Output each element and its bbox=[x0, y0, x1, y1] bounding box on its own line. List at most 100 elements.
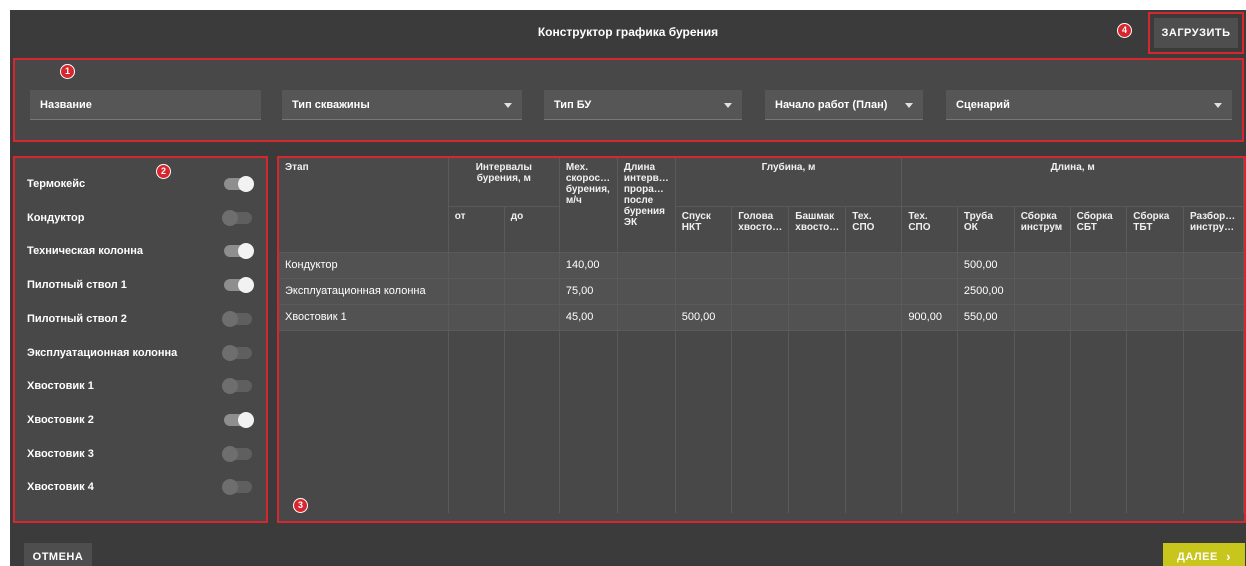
table-cell[interactable]: 140,00 bbox=[559, 252, 618, 279]
table-cell[interactable] bbox=[617, 304, 676, 331]
table-row[interactable]: Кондуктор 140,00 500,00 bbox=[279, 252, 1244, 279]
table-cell[interactable]: Эксплуатационная колонна bbox=[279, 278, 449, 305]
cancel-button[interactable]: ОТМЕНА bbox=[24, 543, 92, 566]
stage-item-label: Пилотный ствол 2 bbox=[27, 312, 127, 325]
toggle-knob bbox=[222, 378, 238, 395]
name-input[interactable]: Название bbox=[30, 90, 261, 120]
table-cell[interactable] bbox=[1183, 252, 1244, 279]
table-cell[interactable] bbox=[1014, 278, 1071, 305]
stage-toggle[interactable] bbox=[224, 411, 254, 428]
stage-toggle[interactable] bbox=[224, 176, 254, 192]
table-cell[interactable]: 900,00 bbox=[901, 304, 958, 331]
table-cell[interactable] bbox=[1070, 278, 1128, 305]
table-cell[interactable] bbox=[617, 278, 676, 305]
col-length: Сборка СБТ bbox=[1070, 206, 1128, 253]
table-cell[interactable] bbox=[1014, 252, 1071, 279]
stage-toggle[interactable] bbox=[224, 243, 254, 260]
empty-cell bbox=[1183, 330, 1244, 513]
stage-toggle[interactable] bbox=[224, 277, 254, 294]
table-cell[interactable] bbox=[675, 252, 733, 279]
table-cell[interactable] bbox=[1183, 304, 1244, 331]
table-row[interactable]: Хвостовик 1 45,00 500,00 900,00 550,00 bbox=[279, 304, 1244, 331]
empty-cell bbox=[617, 330, 676, 513]
table-cell[interactable]: 500,00 bbox=[675, 304, 733, 331]
load-button[interactable]: ЗАГРУЗИТЬ bbox=[1154, 18, 1238, 48]
toggle-knob bbox=[238, 243, 254, 260]
empty-cell bbox=[788, 330, 847, 513]
drilling-schedule-constructor: Конструктор графика бурения 4 ЗАГРУЗИТЬ … bbox=[10, 10, 1246, 566]
stage-toggle[interactable] bbox=[222, 445, 252, 462]
table-cell[interactable] bbox=[448, 278, 505, 305]
stage-toggle[interactable] bbox=[222, 378, 252, 395]
table-cell[interactable] bbox=[731, 252, 790, 279]
table-row[interactable]: Эксплуатационная колонна 75,00 2500,00 bbox=[279, 278, 1244, 305]
chevron-down-icon bbox=[905, 103, 913, 108]
table-cell[interactable] bbox=[845, 304, 903, 331]
stage-item: Хвостовик 4 bbox=[27, 477, 252, 497]
stage-item: Техническая колонна bbox=[27, 241, 254, 261]
table-cell[interactable]: 550,00 bbox=[957, 304, 1015, 331]
table-cell[interactable] bbox=[845, 252, 903, 279]
stage-item: Хвостовик 1 bbox=[27, 376, 252, 396]
group-length: Длина, м bbox=[901, 158, 1244, 207]
table-cell[interactable] bbox=[901, 278, 958, 305]
table-cell[interactable] bbox=[1183, 278, 1244, 305]
table-cell[interactable] bbox=[1126, 278, 1184, 305]
stages-table-panel: Этап Интервалы бурения, м Мех. скорос… б… bbox=[277, 156, 1246, 523]
stage-item-label: Хвостовик 4 bbox=[27, 481, 94, 494]
col-interval-length: Длина интерв… прора… после бурения ЭК bbox=[617, 158, 676, 253]
stage-item-label: Кондуктор bbox=[27, 211, 85, 224]
col-depth: Голова хвосто… bbox=[731, 206, 790, 253]
stage-item-label: Хвостовик 3 bbox=[27, 447, 94, 460]
table-cell[interactable] bbox=[1014, 304, 1071, 331]
table-cell[interactable]: Хвостовик 1 bbox=[279, 304, 449, 331]
stage-item-label: Хвостовик 2 bbox=[27, 413, 94, 426]
col-length: Разбор… инстру… bbox=[1183, 206, 1244, 253]
next-button[interactable]: ДАЛЕЕ › bbox=[1163, 543, 1245, 566]
page-title: Конструктор графика бурения bbox=[537, 25, 719, 39]
col-stage: Этап bbox=[279, 158, 449, 253]
table-cell[interactable]: 45,00 bbox=[559, 304, 618, 331]
stage-item: Эксплуатационная колонна bbox=[27, 343, 252, 363]
stage-toggle[interactable] bbox=[222, 209, 252, 226]
table-cell[interactable] bbox=[788, 304, 847, 331]
table-cell[interactable] bbox=[504, 304, 560, 331]
stage-toggle[interactable] bbox=[222, 479, 252, 496]
empty-cell bbox=[559, 330, 618, 513]
table-cell[interactable] bbox=[731, 304, 790, 331]
table-cell[interactable] bbox=[1070, 252, 1128, 279]
col-length: Тех. СПО bbox=[901, 206, 958, 253]
table-cell[interactable] bbox=[788, 252, 847, 279]
stage-toggle[interactable] bbox=[222, 344, 252, 361]
table-cell[interactable]: Кондуктор bbox=[279, 252, 449, 279]
col-length: Сборка ТБТ bbox=[1126, 206, 1184, 253]
table-cell[interactable] bbox=[448, 304, 505, 331]
table-cell[interactable] bbox=[504, 278, 560, 305]
table-cell[interactable] bbox=[504, 252, 560, 279]
start-date-select[interactable]: Начало работ (План) bbox=[765, 90, 923, 120]
table-cell[interactable]: 500,00 bbox=[957, 252, 1015, 279]
table-cell[interactable] bbox=[617, 252, 676, 279]
scenario-select[interactable]: Сценарий bbox=[946, 90, 1232, 120]
empty-cell bbox=[1014, 330, 1071, 513]
toggle-knob bbox=[238, 411, 254, 428]
stage-item: Хвостовик 2 bbox=[27, 410, 254, 430]
table-cell[interactable] bbox=[1126, 252, 1184, 279]
table-cell[interactable] bbox=[731, 278, 790, 305]
table-cell[interactable] bbox=[901, 252, 958, 279]
table-cell[interactable]: 2500,00 bbox=[957, 278, 1015, 305]
empty-cell bbox=[731, 330, 790, 513]
table-cell[interactable] bbox=[675, 278, 733, 305]
table-cell[interactable] bbox=[1070, 304, 1128, 331]
empty-cell bbox=[504, 330, 560, 513]
rig-type-select[interactable]: Тип БУ bbox=[544, 90, 742, 120]
table-cell[interactable]: 75,00 bbox=[559, 278, 618, 305]
table-cell[interactable] bbox=[448, 252, 505, 279]
table-cell[interactable] bbox=[788, 278, 847, 305]
table-cell[interactable] bbox=[1126, 304, 1184, 331]
name-input-label: Название bbox=[40, 99, 92, 111]
table-cell[interactable] bbox=[845, 278, 903, 305]
stage-toggle[interactable] bbox=[222, 310, 252, 327]
well-type-select[interactable]: Тип скважины bbox=[282, 90, 522, 120]
col-from: от bbox=[448, 206, 505, 253]
